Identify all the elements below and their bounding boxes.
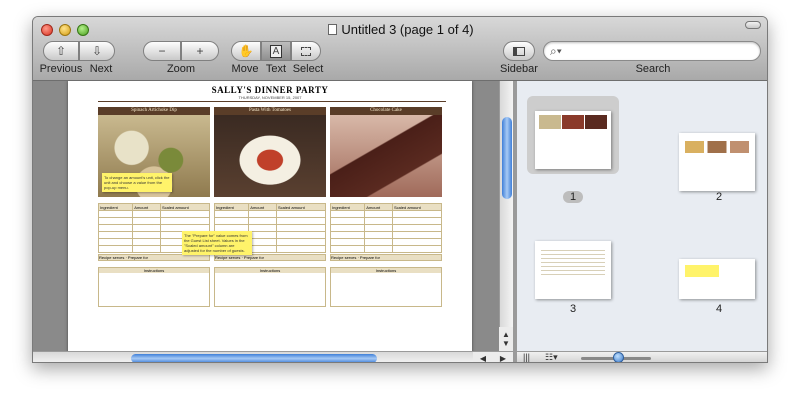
vertical-scroll-arrows[interactable]: ▲ ▼ <box>499 327 513 351</box>
view-options-icon[interactable]: ☷▾ <box>545 352 558 362</box>
scroll-left-icon[interactable]: ◀ <box>480 354 486 363</box>
minus-icon: − <box>158 44 166 58</box>
text-label: Text <box>265 63 287 75</box>
thumbnail-size-slider[interactable] <box>581 352 651 362</box>
recipe-photo <box>214 115 326 197</box>
select-label: Select <box>292 63 324 75</box>
zoom-out-button[interactable]: − <box>143 41 181 61</box>
scroll-up-icon[interactable]: ▲ <box>502 330 510 339</box>
instructions-box: Instructions <box>330 267 442 307</box>
text-cursor-icon: A <box>269 44 283 58</box>
sidebar-icon <box>513 46 525 56</box>
sticky-note: The "Prepare for" value comes from the G… <box>182 231 252 255</box>
recipe-photo <box>330 115 442 197</box>
document-icon <box>328 24 338 35</box>
previous-label: Previous <box>39 63 83 75</box>
vertical-scroll-thumb[interactable] <box>502 117 512 199</box>
ingredient-table: Ingredient Amount Scaled amount <box>329 203 442 253</box>
instructions-box: Instructions <box>98 267 210 307</box>
recipe-header: Pasta With Tomatoes <box>214 107 326 115</box>
serves-row: Recipe serves · Prepare for <box>330 254 442 261</box>
page-number-4[interactable]: 4 <box>709 303 729 315</box>
search-icon: ⌕▾ <box>550 44 562 58</box>
recipe-header: Chocolate Cake <box>330 107 442 115</box>
serves-row: Recipe serves · Prepare for <box>214 254 326 261</box>
up-arrow-icon: ⇧ <box>55 44 67 58</box>
plus-icon: + <box>196 44 204 58</box>
zoom-in-button[interactable]: + <box>181 41 219 61</box>
thumbnail-sidebar: 1 2 3 4 <box>517 81 767 351</box>
horizontal-scroll-arrows[interactable]: ◀ ▶ <box>473 351 513 363</box>
title-rule <box>98 101 446 102</box>
search-input[interactable] <box>570 44 750 58</box>
page-number-2[interactable]: 2 <box>709 191 729 203</box>
toolbar: Untitled 3 (page 1 of 4) ⇧ ⇩ Previous Ne… <box>33 17 767 81</box>
sticky-note: To change an amount's unit, click the un… <box>102 173 172 192</box>
page-thumbnail-4[interactable] <box>679 259 755 299</box>
scroll-down-icon[interactable]: ▼ <box>502 339 510 348</box>
recipe-header: Spinach Artichoke Dip <box>98 107 210 115</box>
scroll-right-icon[interactable]: ▶ <box>500 354 506 363</box>
hand-icon: ✋ <box>238 44 254 58</box>
search-label: Search <box>635 63 671 75</box>
toolbar-toggle-button[interactable] <box>745 21 761 29</box>
document-page[interactable]: SALLY'S DINNER PARTY THURSDAY, NOVEMBER … <box>68 81 472 351</box>
select-tool-button[interactable] <box>291 41 321 61</box>
horizontal-scroll-thumb[interactable] <box>131 354 377 362</box>
slider-knob[interactable] <box>613 352 625 362</box>
thumbnail-preview <box>541 247 605 277</box>
recipe-card: Pasta With Tomatoes Ingredient Amount Scal… <box>213 107 326 307</box>
recipe-card: Chocolate Cake Ingredient Amount Scaled am… <box>329 107 442 307</box>
search-field[interactable]: ⌕▾ <box>543 41 761 61</box>
recipe-card: Spinach Artichoke Dip Ingredient Amount Sc… <box>97 107 210 307</box>
page-thumbnail-2[interactable] <box>679 133 755 191</box>
down-arrow-icon: ⇩ <box>91 44 103 58</box>
sidebar-bottom-bar: ||| ☷▾ <box>517 351 767 362</box>
document-date: THURSDAY, NOVEMBER 15, 2007 <box>238 95 302 100</box>
next-label: Next <box>89 63 113 75</box>
previous-button[interactable]: ⇧ <box>43 41 79 61</box>
thumbnail-preview <box>685 141 749 153</box>
page-number-1[interactable]: 1 <box>563 191 583 203</box>
vertical-scrollbar[interactable] <box>499 81 513 351</box>
text-tool-button[interactable]: A <box>261 41 291 61</box>
serves-row: Recipe serves · Prepare for <box>98 254 210 261</box>
document-view[interactable]: SALLY'S DINNER PARTY THURSDAY, NOVEMBER … <box>33 81 499 351</box>
thumbnail-preview <box>685 265 719 277</box>
sidebar-label: Sidebar <box>500 63 538 75</box>
resize-grip-icon[interactable]: ||| <box>523 352 530 362</box>
move-tool-button[interactable]: ✋ <box>231 41 261 61</box>
sidebar-button[interactable] <box>503 41 535 61</box>
move-label: Move <box>231 63 259 75</box>
document-title: SALLY'S DINNER PARTY <box>211 85 329 95</box>
instructions-box: Instructions <box>214 267 326 307</box>
zoom-label: Zoom <box>166 63 196 75</box>
page-thumbnail-3[interactable] <box>535 241 611 299</box>
marquee-icon <box>301 46 311 56</box>
thumbnail-preview <box>539 115 607 129</box>
content-area: SALLY'S DINNER PARTY THURSDAY, NOVEMBER … <box>33 81 767 363</box>
window-title: Untitled 3 (page 1 of 4) <box>33 22 767 37</box>
page-thumbnail-1[interactable] <box>535 111 611 169</box>
page-number-3[interactable]: 3 <box>563 303 583 315</box>
next-button[interactable]: ⇩ <box>79 41 115 61</box>
preview-window: Untitled 3 (page 1 of 4) ⇧ ⇩ Previous Ne… <box>32 16 768 363</box>
horizontal-scrollbar[interactable] <box>33 351 499 362</box>
